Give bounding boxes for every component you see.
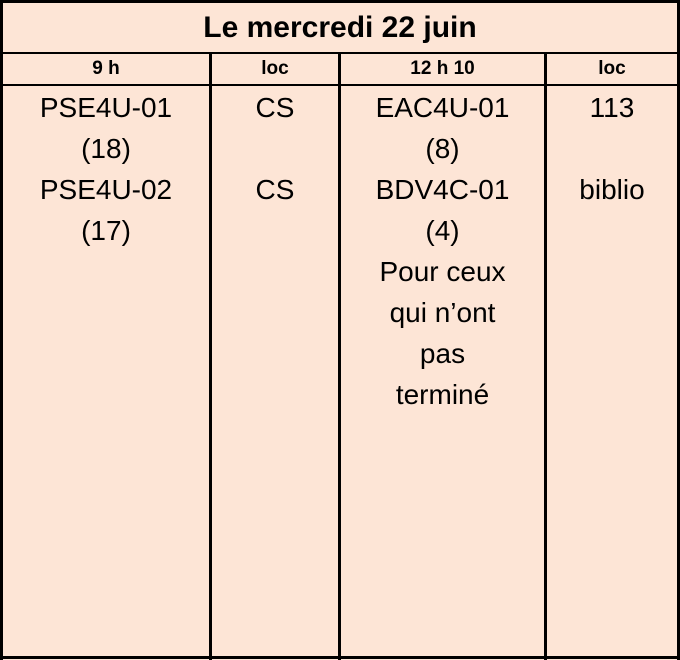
student-count: (4) [425,215,460,246]
location: biblio [579,174,645,205]
location: CS [255,174,295,205]
cell-morning-locations: CS CS [212,86,338,210]
course-code: PSE4U-01 [39,92,173,123]
course-code: EAC4U-01 [375,92,510,123]
note-line: terminé [395,379,490,410]
table-border-top [0,0,680,3]
header-location-afternoon: loc [598,58,626,79]
schedule-table: Le mercredi 22 juin 9 h loc 12 h 10 loc … [0,0,680,660]
course-code: BDV4C-01 [375,174,510,205]
location: CS [255,92,295,123]
student-count: (17) [81,215,131,246]
note-line: Pour ceux [379,256,506,287]
note-line: pas [419,338,466,369]
table-title: Le mercredi 22 juin [203,11,477,44]
header-time-afternoon: 12 h 10 [410,58,475,79]
header-time-morning: 9 h [92,58,120,79]
note-line: qui n’ont [389,297,496,328]
location: 113 [589,92,635,123]
cell-afternoon-courses: EAC4U-01 (8) BDV4C-01 (4) Pour ceux qui … [341,86,544,415]
location-spacer [547,128,677,169]
header-location-morning: loc [261,58,289,79]
student-count: (8) [425,133,460,164]
location-spacer [212,128,338,169]
course-code: PSE4U-02 [39,174,173,205]
cell-afternoon-locations: 113 biblio [547,86,677,210]
student-count: (18) [81,133,131,164]
cell-morning-courses: PSE4U-01 (18) PSE4U-02 (17) [3,86,209,251]
